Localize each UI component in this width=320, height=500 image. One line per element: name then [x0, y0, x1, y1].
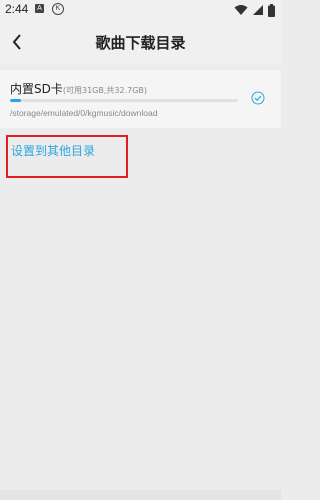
storage-path: /storage/emulated/0/kgmusic/download — [10, 108, 158, 118]
storage-usage-bar — [10, 99, 238, 102]
status-icons — [234, 3, 275, 17]
wifi-icon — [234, 5, 248, 15]
set-other-directory-link[interactable]: 设置到其他目录 — [11, 142, 95, 159]
storage-capacity: (可用31GB,共32.7GB) — [62, 86, 148, 95]
battery-icon — [268, 3, 275, 17]
notification-k-icon: K — [52, 3, 64, 15]
storage-title: 内置SD卡(可用31GB,共32.7GB) — [10, 80, 147, 97]
storage-option-internal-sd[interactable]: 内置SD卡(可用31GB,共32.7GB) /storage/emulated/… — [0, 70, 281, 128]
storage-name: 内置SD卡 — [10, 82, 63, 96]
status-time: 2:44 — [5, 2, 29, 16]
status-bar: 2:44 A K — [0, 0, 281, 22]
notification-a-icon: A — [35, 4, 44, 13]
app-header: 歌曲下载目录 — [0, 22, 281, 64]
signal-icon — [253, 5, 263, 15]
selected-check-icon — [251, 91, 265, 105]
storage-usage-fill — [10, 99, 22, 102]
page-title: 歌曲下载目录 — [95, 34, 186, 52]
bottom-bar — [0, 490, 281, 500]
